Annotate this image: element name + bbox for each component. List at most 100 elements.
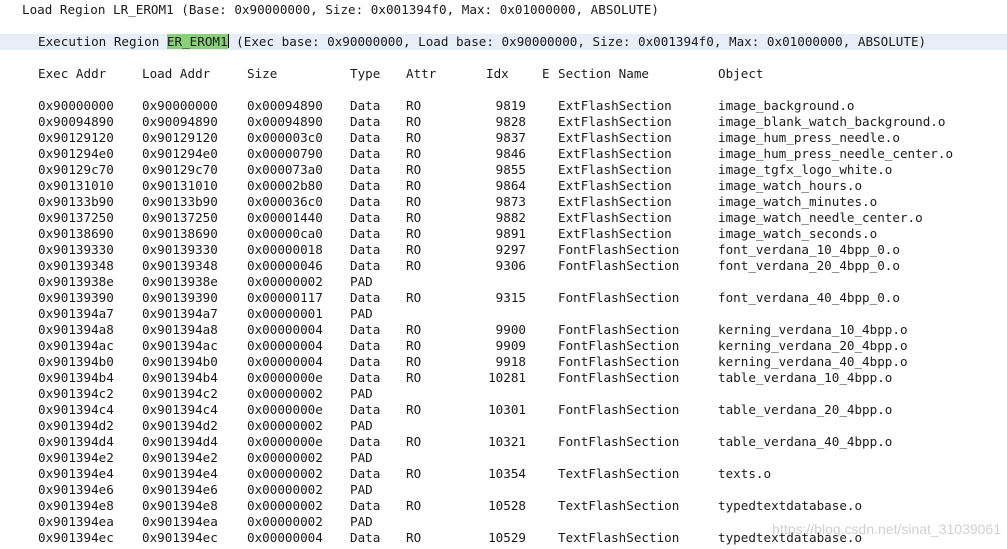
- cell-exec-addr: 0x901394ac: [38, 338, 114, 353]
- cell-idx: [470, 482, 526, 498]
- cell-section-name: FontFlashSection: [558, 402, 680, 417]
- table-row: 0x901294e0 0x901294e0 0x00000790 Data RO 9846…: [0, 146, 1007, 162]
- cell-size: 0x00000117: [247, 290, 323, 305]
- table-row: 0x901394d2 0x901394d2 0x00000002 PAD: [0, 418, 1007, 434]
- cell-section-name: ExtFlashSection: [558, 178, 672, 193]
- cell-section-name: TextFlashSection: [558, 466, 680, 481]
- cell-size: 0x00000002: [247, 274, 323, 289]
- cell-section-name: ExtFlashSection: [558, 210, 672, 225]
- cell-size: 0x00094890: [247, 114, 323, 129]
- header-load-addr: Load Addr: [142, 66, 211, 81]
- table-row: 0x901394e6 0x901394e6 0x00000002 PAD: [0, 482, 1007, 498]
- cell-object: kerning_verdana_40_4bpp.o: [718, 354, 908, 369]
- cell-object: image_watch_hours.o: [718, 178, 863, 193]
- cell-attr: RO: [406, 114, 422, 129]
- cell-attr: RO: [406, 530, 422, 545]
- cell-type: Data: [350, 210, 381, 225]
- cell-attr: RO: [406, 146, 422, 161]
- cell-attr: RO: [406, 242, 422, 257]
- cell-idx: [470, 418, 526, 434]
- cell-object: image_blank_watch_background.o: [718, 114, 946, 129]
- cell-size: 0x00000002: [247, 466, 323, 481]
- cell-object: font_verdana_20_4bpp_0.o: [718, 258, 900, 273]
- cell-exec-addr: 0x901394a8: [38, 322, 114, 337]
- cell-idx: 9900: [495, 322, 526, 337]
- cell-load-addr: 0x901294e0: [142, 146, 218, 161]
- cell-object: image_tgfx_logo_white.o: [718, 162, 893, 177]
- cell-idx: 9837: [495, 130, 526, 145]
- table-row: 0x901394c4 0x901394c4 0x0000000e Data RO 1030…: [0, 402, 1007, 418]
- cell-object: table_verdana_20_4bpp.o: [718, 402, 893, 417]
- table-row: 0x901394b0 0x901394b0 0x00000004 Data RO 9918…: [0, 354, 1007, 370]
- cell-size: 0x00000ca0: [247, 226, 323, 241]
- table-row: 0x901394ac 0x901394ac 0x00000004 Data RO 9909…: [0, 338, 1007, 354]
- cell-attr: RO: [406, 226, 422, 241]
- cell-object: font_verdana_10_4bpp_0.o: [718, 242, 900, 257]
- cell-attr: RO: [406, 98, 422, 113]
- cell-type: PAD: [350, 418, 373, 433]
- cell-section-name: FontFlashSection: [558, 354, 680, 369]
- cell-type: Data: [350, 290, 381, 305]
- table-row: 0x90139390 0x90139390 0x00000117 Data RO 9315…: [0, 290, 1007, 306]
- cell-idx: 9891: [495, 226, 526, 241]
- cell-idx: 9873: [495, 194, 526, 209]
- cell-section-name: FontFlashSection: [558, 242, 680, 257]
- execution-region-prefix: Execution Region: [38, 34, 167, 49]
- cell-size: 0x00000004: [247, 354, 323, 369]
- cell-idx: 9909: [495, 338, 526, 353]
- cell-idx: 10301: [488, 402, 526, 417]
- cell-idx: 10529: [488, 530, 526, 545]
- cell-load-addr: 0x90138690: [142, 226, 218, 241]
- cell-exec-addr: 0x901394e6: [38, 482, 114, 497]
- header-exec-addr: Exec Addr: [38, 66, 107, 81]
- cell-object: table_verdana_10_4bpp.o: [718, 370, 893, 385]
- cell-size: 0x00000004: [247, 338, 323, 353]
- header-object: Object: [718, 66, 764, 81]
- cell-exec-addr: 0x90129c70: [38, 162, 114, 177]
- table-row: 0x90000000 0x90000000 0x00094890 Data RO 9819…: [0, 98, 1007, 114]
- cell-load-addr: 0x90139330: [142, 242, 218, 257]
- cell-type: Data: [350, 178, 381, 193]
- cell-section-name: FontFlashSection: [558, 258, 680, 273]
- column-header-row: Exec Addr Load Addr Size Type Attr Idx E…: [0, 66, 1007, 82]
- execution-region-details: (Exec base: 0x90000000, Load base: 0x900…: [228, 34, 927, 49]
- cell-section-name: TextFlashSection: [558, 498, 680, 513]
- cell-load-addr: 0x901394c2: [142, 386, 218, 401]
- cell-exec-addr: 0x901394e2: [38, 450, 114, 465]
- cell-size: 0x000003c0: [247, 130, 323, 145]
- cell-type: Data: [350, 162, 381, 177]
- cell-size: 0x0000000e: [247, 370, 323, 385]
- table-row: 0x90129c70 0x90129c70 0x000073a0 Data RO 9855…: [0, 162, 1007, 178]
- table-row: 0x901394a7 0x901394a7 0x00000001 PAD: [0, 306, 1007, 322]
- execution-region-name-selection[interactable]: ER_EROM1: [166, 34, 228, 49]
- cell-size: 0x00001440: [247, 210, 323, 225]
- cell-idx: 9297: [495, 242, 526, 257]
- cell-idx: 10281: [488, 370, 526, 385]
- cell-idx: 9819: [495, 98, 526, 113]
- cell-type: Data: [350, 530, 381, 545]
- cell-load-addr: 0x901394a8: [142, 322, 218, 337]
- cell-load-addr: 0x901394c4: [142, 402, 218, 417]
- cell-type: Data: [350, 226, 381, 241]
- cell-size: 0x00000001: [247, 306, 323, 321]
- cell-size: 0x00000002: [247, 482, 323, 497]
- cell-section-name: TextFlashSection: [558, 530, 680, 545]
- cell-type: PAD: [350, 482, 373, 497]
- cell-attr: RO: [406, 498, 422, 513]
- cell-size: 0x00000046: [247, 258, 323, 273]
- cell-size: 0x000036c0: [247, 194, 323, 209]
- cell-attr: RO: [406, 322, 422, 337]
- cell-exec-addr: 0x901394b0: [38, 354, 114, 369]
- cell-size: 0x00000002: [247, 498, 323, 513]
- cell-type: PAD: [350, 514, 373, 529]
- cell-object: image_watch_seconds.o: [718, 226, 878, 241]
- cell-type: PAD: [350, 386, 373, 401]
- header-e: E: [542, 66, 550, 81]
- table-row: 0x90139330 0x90139330 0x00000018 Data RO 9297…: [0, 242, 1007, 258]
- execution-region-line[interactable]: Execution Region ER_EROM1 (Exec base: 0x…: [38, 34, 926, 50]
- cell-section-name: ExtFlashSection: [558, 162, 672, 177]
- cell-exec-addr: 0x901394a7: [38, 306, 114, 321]
- cell-type: Data: [350, 258, 381, 273]
- cell-type: Data: [350, 434, 381, 449]
- cell-attr: RO: [406, 258, 422, 273]
